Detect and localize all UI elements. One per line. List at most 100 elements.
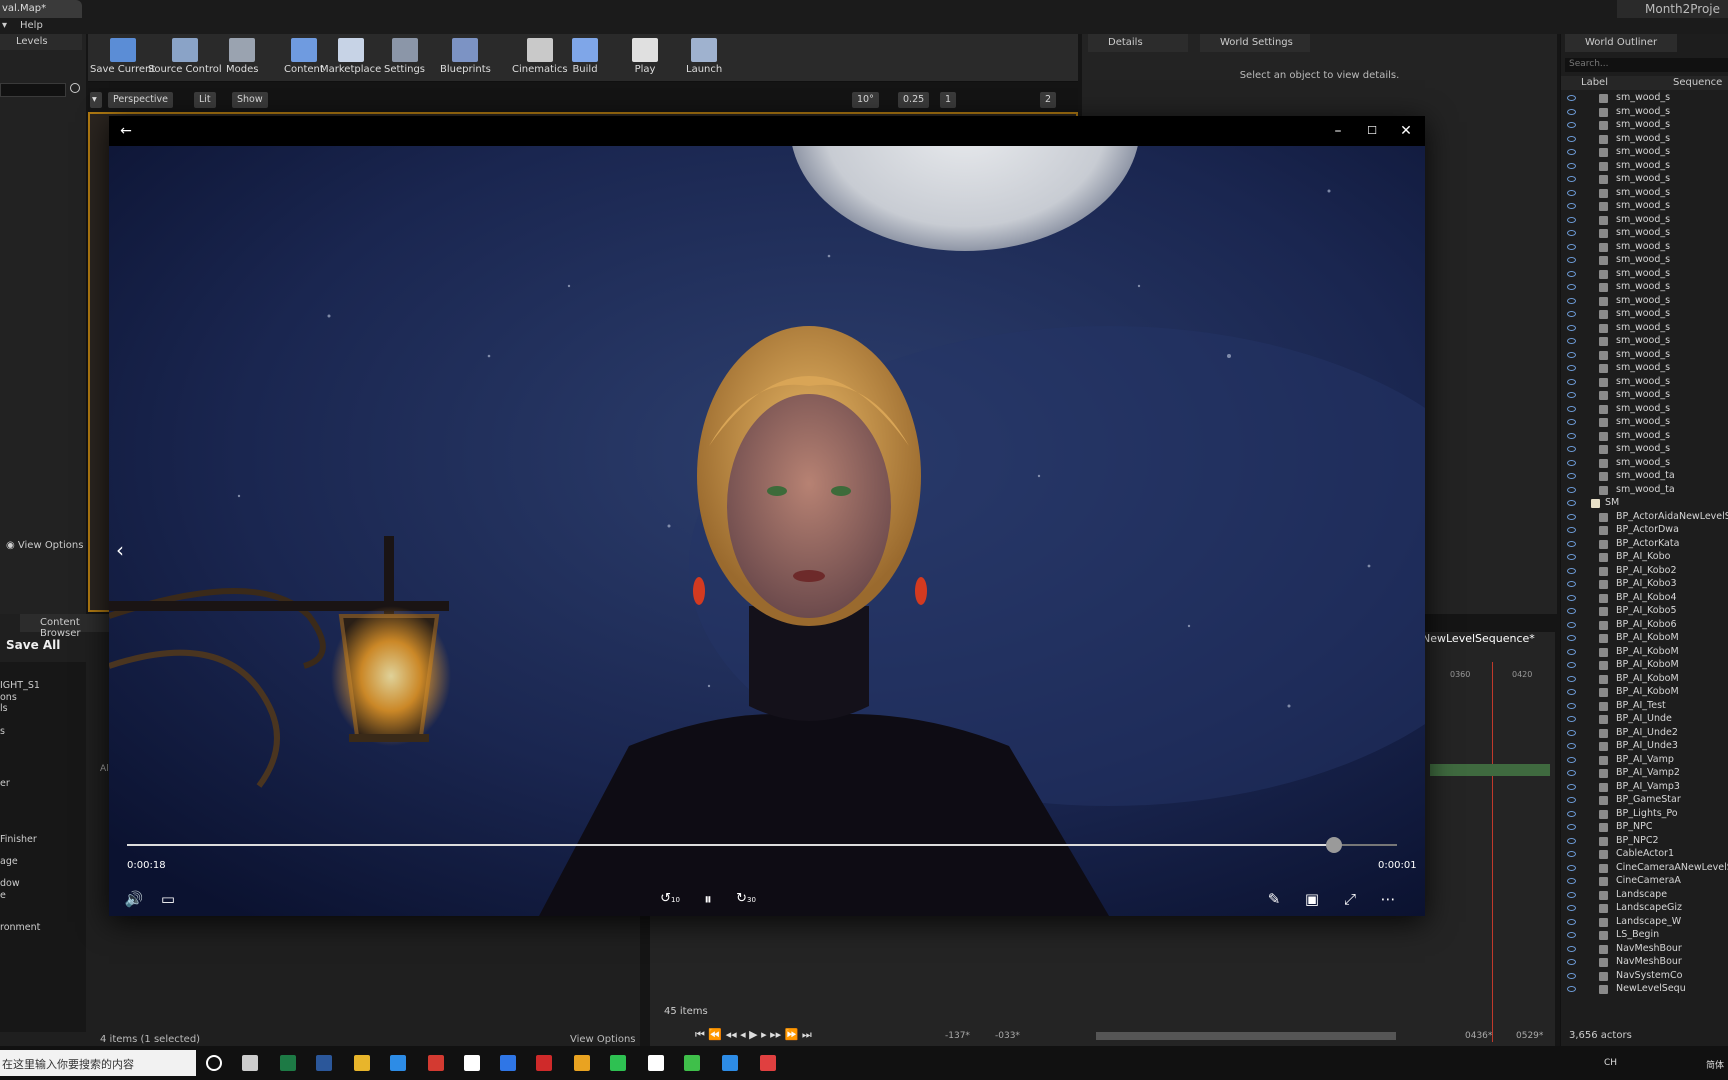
visibility-eye-icon[interactable] <box>1567 581 1576 587</box>
visibility-eye-icon[interactable] <box>1567 162 1576 169</box>
skip-forward-button[interactable]: ↻30 <box>733 886 759 912</box>
visibility-eye-icon[interactable] <box>1567 959 1576 965</box>
outliner-row[interactable]: BP_AI_Vamp <box>1561 754 1728 768</box>
visibility-eye-icon[interactable] <box>1567 459 1576 466</box>
outliner-row[interactable]: sm_wood_s <box>1561 430 1728 444</box>
outliner-row[interactable]: sm_wood_s <box>1561 268 1728 282</box>
outliner-row[interactable]: BP_AI_KoboM <box>1561 686 1728 700</box>
world-outliner-tab[interactable]: World Outliner <box>1565 34 1677 52</box>
red-app-icon[interactable] <box>536 1055 552 1071</box>
mini-view-icon[interactable]: ▣ <box>1299 886 1325 912</box>
visibility-eye-icon[interactable] <box>1567 540 1576 547</box>
outliner-row[interactable]: sm_wood_s <box>1561 308 1728 322</box>
outliner-row[interactable]: LS_Begin <box>1561 929 1728 943</box>
camera-speed-value[interactable]: 2 <box>1040 92 1057 108</box>
visibility-eye-icon[interactable] <box>1567 797 1576 803</box>
outliner-row[interactable]: BP_AI_Kobo4 <box>1561 592 1728 606</box>
outliner-row[interactable]: BP_NPC2 <box>1561 835 1728 849</box>
label-column-header[interactable]: Label <box>1581 77 1608 88</box>
content-folder-item[interactable]: er <box>0 778 10 789</box>
visibility-eye-icon[interactable] <box>1567 878 1576 884</box>
menu-chevron-icon[interactable]: ▾ <box>2 20 7 31</box>
outliner-row[interactable]: BP_ActorDwa <box>1561 524 1728 538</box>
details-tab[interactable]: Details <box>1088 34 1188 52</box>
visibility-eye-icon[interactable] <box>1567 972 1576 979</box>
toolbar-button-play[interactable]: Play <box>632 36 658 80</box>
outliner-row[interactable]: BP_ActorAidaNewLevelSequ <box>1561 511 1728 525</box>
outliner-row[interactable]: NewLevelSequ <box>1561 983 1728 997</box>
unreal-engine-icon[interactable] <box>648 1055 664 1071</box>
menu-item-help[interactable]: Help <box>20 20 43 31</box>
outliner-search-input[interactable]: Search... <box>1565 58 1728 72</box>
frame-in-value[interactable]: -033* <box>995 1031 1020 1041</box>
search-icon[interactable] <box>70 83 80 93</box>
outliner-row[interactable]: sm_wood_s <box>1561 322 1728 336</box>
content-folder-item[interactable]: Finisher <box>0 834 37 845</box>
pause-button[interactable]: ⏸ <box>695 886 721 912</box>
visibility-eye-icon[interactable] <box>1567 554 1576 560</box>
visibility-eye-icon[interactable] <box>1567 527 1576 533</box>
visibility-eye-icon[interactable] <box>1567 716 1576 722</box>
outliner-row[interactable]: BP_NPC <box>1561 821 1728 835</box>
outliner-row[interactable]: sm_wood_s <box>1561 160 1728 174</box>
outliner-row[interactable]: sm_wood_s <box>1561 457 1728 471</box>
outliner-row[interactable]: BP_Lights_Po <box>1561 808 1728 822</box>
outliner-row[interactable]: sm_wood_ta <box>1561 484 1728 498</box>
red-c-app-icon[interactable] <box>760 1055 776 1071</box>
outliner-row[interactable]: sm_wood_s <box>1561 335 1728 349</box>
outliner-row[interactable]: NavMeshBour <box>1561 943 1728 957</box>
visibility-eye-icon[interactable] <box>1567 270 1576 277</box>
outliner-row[interactable]: sm_wood_s <box>1561 241 1728 255</box>
toolbar-button-launch[interactable]: Launch <box>686 36 722 80</box>
outliner-row[interactable]: sm_wood_ta <box>1561 470 1728 484</box>
frame-start-value[interactable]: -137* <box>945 1031 970 1041</box>
visibility-eye-icon[interactable] <box>1567 311 1576 317</box>
toolbar-button-marketplace[interactable]: Marketplace <box>320 36 381 80</box>
visibility-eye-icon[interactable] <box>1567 608 1576 614</box>
visibility-eye-icon[interactable] <box>1567 891 1576 898</box>
visibility-eye-icon[interactable] <box>1567 756 1576 763</box>
outliner-row[interactable]: BP_AI_Unde <box>1561 713 1728 727</box>
levels-view-options[interactable]: ◉ View Options <box>6 540 83 551</box>
edit-pencil-icon[interactable]: ✎ <box>1261 886 1287 912</box>
volume-icon[interactable]: 🔊 <box>121 886 147 912</box>
outliner-row[interactable]: sm_wood_s <box>1561 106 1728 120</box>
levels-search-input[interactable] <box>0 83 66 97</box>
content-folder-item[interactable]: age <box>0 856 18 867</box>
visibility-eye-icon[interactable] <box>1567 864 1576 871</box>
toolbar-button-cinematics[interactable]: Cinematics <box>512 36 568 80</box>
sequencer-track-bar[interactable] <box>1430 764 1550 776</box>
save-all-button[interactable]: Save All <box>6 638 60 652</box>
visibility-eye-icon[interactable] <box>1567 689 1576 695</box>
more-options-icon[interactable]: ⋯ <box>1375 886 1401 912</box>
toolbar-button-content[interactable]: Content <box>284 36 324 80</box>
netease-music-icon[interactable] <box>428 1055 444 1071</box>
sogou-icon[interactable] <box>390 1055 406 1071</box>
outliner-row[interactable]: sm_wood_s <box>1561 119 1728 133</box>
outliner-row[interactable]: sm_wood_s <box>1561 281 1728 295</box>
toolbar-button-settings[interactable]: Settings <box>384 36 425 80</box>
content-folder-item[interactable]: dow <box>0 878 20 889</box>
world-settings-tab[interactable]: World Settings <box>1200 34 1310 52</box>
content-folder-item[interactable]: ons <box>0 692 17 703</box>
visibility-eye-icon[interactable] <box>1567 824 1576 830</box>
visibility-eye-icon[interactable] <box>1567 203 1576 209</box>
visibility-eye-icon[interactable] <box>1567 648 1576 655</box>
outliner-row[interactable]: sm_wood_s <box>1561 146 1728 160</box>
rotation-snap-value[interactable]: 10° <box>852 92 879 108</box>
visibility-eye-icon[interactable] <box>1567 216 1576 223</box>
toolbar-button-build[interactable]: Build <box>572 36 598 80</box>
visibility-eye-icon[interactable] <box>1567 675 1576 682</box>
visibility-eye-icon[interactable] <box>1567 810 1576 817</box>
scale-snap-value[interactable]: 0.25 <box>898 92 930 108</box>
wechat-icon[interactable] <box>610 1055 626 1071</box>
visibility-eye-icon[interactable] <box>1567 851 1576 857</box>
visibility-eye-icon[interactable] <box>1567 135 1576 142</box>
visibility-eye-icon[interactable] <box>1567 338 1576 344</box>
outliner-row[interactable]: sm_wood_s <box>1561 254 1728 268</box>
outliner-row[interactable]: sm_wood_s <box>1561 416 1728 430</box>
visibility-eye-icon[interactable] <box>1567 243 1576 250</box>
visibility-eye-icon[interactable] <box>1567 662 1576 668</box>
content-view-options-button[interactable]: View Options <box>570 1034 636 1045</box>
visibility-eye-icon[interactable] <box>1567 945 1576 952</box>
